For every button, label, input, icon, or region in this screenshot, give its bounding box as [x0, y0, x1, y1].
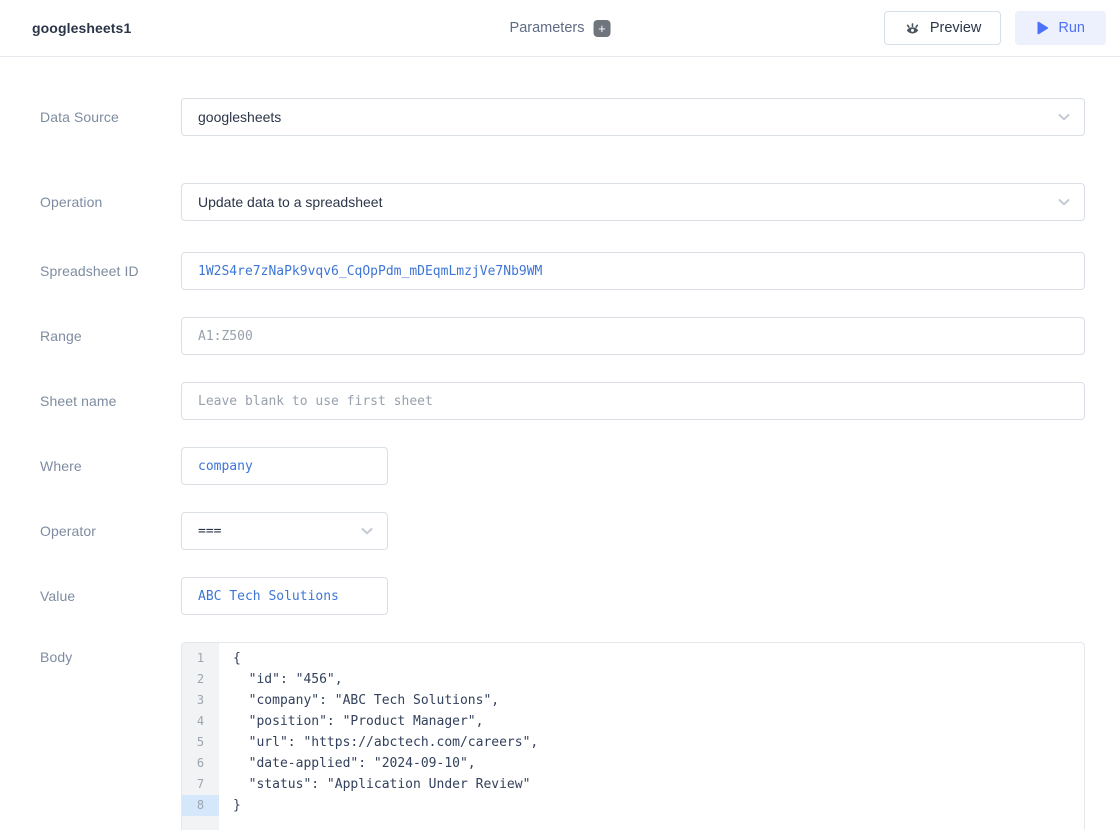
line-number: 7 — [182, 774, 219, 795]
preview-button[interactable]: Preview — [884, 11, 1002, 45]
code-line: "position": "Product Manager", — [233, 711, 1084, 732]
field-row-data-source: Data Source googlesheets — [40, 98, 1085, 136]
code-line: "status": "Application Under Review" — [233, 774, 1084, 795]
preview-button-label: Preview — [930, 20, 982, 36]
sheet-name-label: Sheet name — [40, 393, 181, 409]
body-label: Body — [40, 642, 181, 665]
line-number-active: 8 — [182, 795, 219, 816]
spreadsheet-id-label: Spreadsheet ID — [40, 263, 181, 279]
operation-label: Operation — [40, 194, 181, 210]
code-line: } — [233, 795, 1084, 816]
add-parameter-button[interactable]: + — [593, 20, 610, 37]
field-row-range: Range — [40, 317, 1085, 355]
query-editor-header: googlesheets1 Parameters + Preview — [0, 0, 1120, 57]
query-name: googlesheets1 — [32, 20, 131, 36]
range-label: Range — [40, 328, 181, 344]
field-row-sheet-name: Sheet name — [40, 382, 1085, 420]
operation-value: Update data to a spreadsheet — [198, 194, 382, 210]
code-line: "id": "456", — [233, 669, 1084, 690]
field-row-operator: Operator === — [40, 512, 1085, 550]
chevron-down-icon — [1056, 194, 1072, 210]
line-number: 6 — [182, 753, 219, 774]
value-input[interactable] — [181, 577, 388, 615]
plus-icon: + — [598, 22, 606, 35]
header-actions: Preview Run — [884, 11, 1106, 45]
range-input[interactable] — [181, 317, 1085, 355]
data-source-label: Data Source — [40, 109, 181, 125]
field-row-where: Where — [40, 447, 1085, 485]
code-line: "url": "https://abctech.com/careers", — [233, 732, 1084, 753]
run-button[interactable]: Run — [1015, 11, 1106, 45]
parameters-label: Parameters — [510, 20, 585, 36]
field-row-spreadsheet-id: Spreadsheet ID — [40, 252, 1085, 290]
line-number: 3 — [182, 690, 219, 711]
operator-label: Operator — [40, 523, 181, 539]
chevron-down-icon — [359, 523, 375, 539]
chevron-down-icon — [1056, 109, 1072, 125]
code-line: "company": "ABC Tech Solutions", — [233, 690, 1084, 711]
line-number: 1 — [182, 648, 219, 669]
where-label: Where — [40, 458, 181, 474]
line-number: 5 — [182, 732, 219, 753]
code-line: "date-applied": "2024-09-10", — [233, 753, 1084, 774]
run-button-label: Run — [1058, 20, 1085, 36]
field-row-value: Value — [40, 577, 1085, 615]
sheet-name-input[interactable] — [181, 382, 1085, 420]
data-source-value: googlesheets — [198, 109, 281, 125]
eye-icon — [904, 21, 921, 36]
operator-select[interactable]: === — [181, 512, 388, 550]
line-number: 4 — [182, 711, 219, 732]
operation-select[interactable]: Update data to a spreadsheet — [181, 183, 1085, 221]
where-input[interactable] — [181, 447, 388, 485]
code-line: { — [233, 648, 1084, 669]
value-label: Value — [40, 588, 181, 604]
query-form: Data Source googlesheets Operation Updat… — [0, 57, 1120, 830]
body-code-editor[interactable]: 1 2 3 4 5 6 7 8 { "id": "456", "company"… — [181, 642, 1085, 830]
field-row-body: Body 1 2 3 4 5 6 7 8 { "id": "456", "com… — [40, 642, 1085, 830]
spreadsheet-id-input[interactable] — [181, 252, 1085, 290]
editor-gutter: 1 2 3 4 5 6 7 8 — [182, 643, 219, 830]
data-source-select[interactable]: googlesheets — [181, 98, 1085, 136]
operator-value: === — [198, 524, 221, 539]
editor-code-area[interactable]: { "id": "456", "company": "ABC Tech Solu… — [219, 643, 1084, 830]
line-number: 2 — [182, 669, 219, 690]
parameters-section: Parameters + — [510, 0, 611, 56]
field-row-operation: Operation Update data to a spreadsheet — [40, 183, 1085, 221]
play-icon — [1036, 21, 1049, 35]
